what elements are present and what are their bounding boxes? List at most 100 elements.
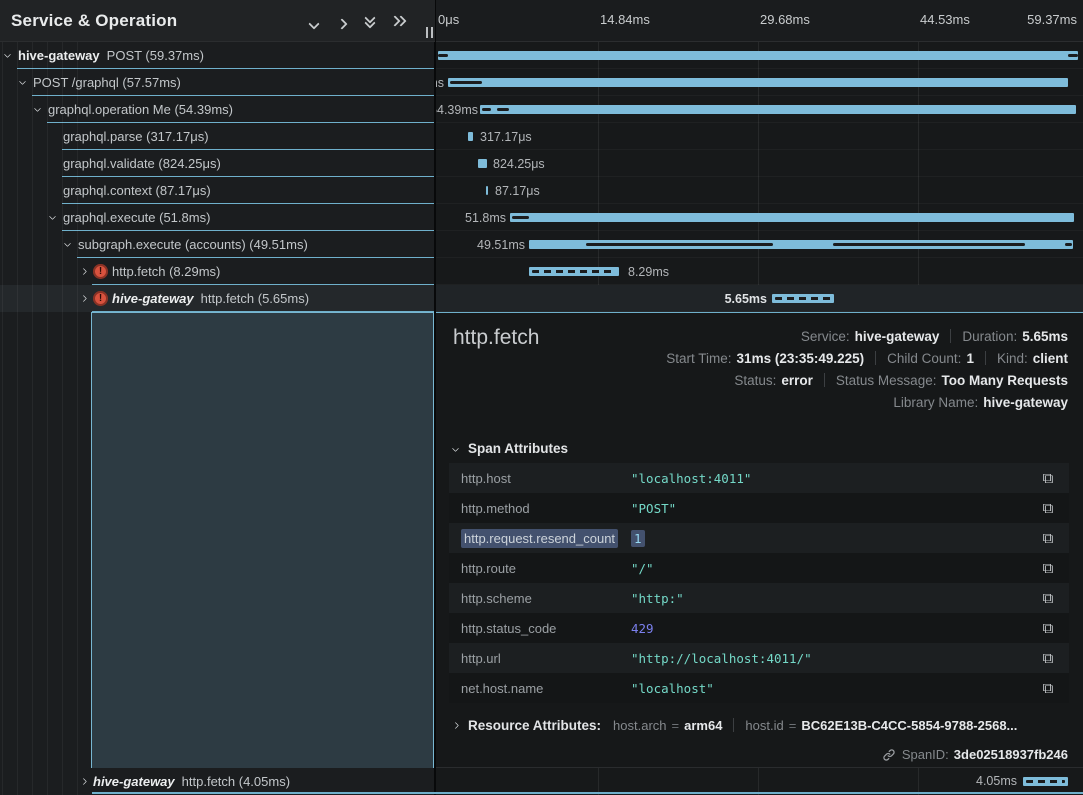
resource-attributes-row[interactable]: Resource Attributes: host.arch=arm64host…: [453, 718, 1017, 733]
timeline-row: 87.17μs: [436, 177, 1083, 204]
tree-row[interactable]: hive-gatewayPOST (59.37ms): [0, 42, 435, 69]
span-bar[interactable]: [438, 51, 1078, 60]
chevron-right-icon: [452, 722, 459, 729]
span-bar[interactable]: [486, 186, 488, 195]
meta-value: client: [1033, 351, 1068, 366]
panel-resize-handle[interactable]: [425, 27, 437, 39]
error-icon: !: [93, 264, 108, 279]
meta-value: hive-gateway: [983, 395, 1068, 410]
operation-label: graphql.execute (51.8ms): [63, 210, 210, 225]
span-meta-line: Service:hive-gatewayDuration:5.65ms: [666, 326, 1068, 348]
copy-icon[interactable]: ⧉: [1039, 559, 1057, 577]
attribute-key[interactable]: http.host: [449, 471, 631, 486]
equals-sign: =: [789, 718, 797, 733]
copy-icon[interactable]: ⧉: [1039, 589, 1057, 607]
chevron-right-icon[interactable]: [79, 296, 93, 301]
tree-row[interactable]: graphql.operation Me (54.39ms): [0, 96, 435, 123]
tree-row[interactable]: POST /graphql (57.57ms): [0, 69, 435, 96]
attribute-row[interactable]: net.host.name"localhost" ⧉: [449, 673, 1069, 703]
attribute-row[interactable]: http.host"localhost:4011"⧉: [449, 463, 1069, 493]
tree-row[interactable]: graphql.validate (824.25μs): [0, 150, 435, 177]
meta-label: Service:: [801, 329, 850, 344]
tree-row[interactable]: graphql.context (87.17μs): [0, 177, 435, 204]
copy-icon[interactable]: ⧉: [1039, 529, 1057, 547]
meta-value: Too Many Requests: [941, 373, 1068, 388]
tree-row[interactable]: graphql.execute (51.8ms): [0, 204, 435, 231]
attribute-key[interactable]: http.method: [449, 501, 631, 516]
span-attributes-header[interactable]: Span Attributes: [453, 441, 568, 456]
copy-icon[interactable]: ⧉: [1039, 619, 1057, 637]
meta-label: Status Message:: [836, 373, 937, 388]
chevron-right-icon[interactable]: [79, 269, 93, 274]
chevron-down-icon[interactable]: [310, 16, 326, 28]
chevron-down-icon[interactable]: [19, 81, 33, 84]
tree-row[interactable]: !http.fetch (8.29ms): [0, 258, 435, 285]
service-name: hive-gateway: [112, 291, 194, 306]
attribute-key[interactable]: http.url: [449, 651, 631, 666]
chevron-down-icon[interactable]: [34, 108, 48, 111]
attribute-value: "localhost": [631, 681, 714, 696]
service-name: hive-gateway: [18, 48, 100, 63]
timeline-row: 824.25μs: [436, 150, 1083, 177]
attribute-row[interactable]: http.route"/"⧉: [449, 553, 1069, 583]
attribute-row[interactable]: http.status_code429⧉: [449, 613, 1069, 643]
span-bar[interactable]: [529, 267, 619, 276]
span-bar[interactable]: [480, 105, 1076, 114]
chevron-down-icon: [452, 445, 459, 452]
span-detail-panel: http.fetch Service:hive-gatewayDuration:…: [436, 312, 1083, 768]
span-bar[interactable]: [478, 159, 487, 168]
span-tree-bottom: hive-gatewayhttp.fetch (4.05ms): [0, 770, 435, 793]
duration-label: 8.29ms: [628, 265, 669, 279]
span-meta-line: Status:errorStatus Message:Too Many Requ…: [666, 370, 1068, 392]
attribute-key[interactable]: http.scheme: [449, 591, 631, 606]
attribute-row[interactable]: http.method"POST"⧉: [449, 493, 1069, 523]
duration-label: 5.65ms: [725, 292, 767, 306]
span-bar[interactable]: [468, 132, 473, 141]
copy-icon[interactable]: ⧉: [1039, 469, 1057, 487]
span-bar[interactable]: [772, 294, 834, 303]
bottom-row-underline: [92, 792, 1083, 794]
resource-value: BC62E13B-C4CC-5854-9788-2568...: [801, 718, 1017, 733]
resource-attributes-title: Resource Attributes:: [468, 718, 601, 733]
meta-separator: [985, 351, 986, 365]
timeline-row: 57.57ms: [436, 69, 1083, 96]
span-bar[interactable]: [1023, 777, 1068, 786]
span-bar[interactable]: [510, 213, 1074, 222]
attribute-key[interactable]: http.status_code: [449, 621, 631, 636]
copy-icon[interactable]: ⧉: [1039, 649, 1057, 667]
timeline-bottom-row: 4.05ms: [436, 770, 1083, 793]
tree-row[interactable]: subgraph.execute (accounts) (49.51ms): [0, 231, 435, 258]
span-bar[interactable]: [448, 78, 1068, 87]
double-chevron-down-icon[interactable]: [364, 16, 380, 28]
attribute-row[interactable]: http.scheme"http:"⧉: [449, 583, 1069, 613]
trace-viewer: Service & Operation hive-gatewayPOST (59…: [0, 0, 1083, 795]
child-span-mark: [1065, 243, 1072, 246]
tree-row[interactable]: graphql.parse (317.17μs): [0, 123, 435, 150]
duration-label: 824.25μs: [493, 157, 545, 171]
tree-row[interactable]: hive-gatewayhttp.fetch (4.05ms): [0, 770, 435, 793]
double-chevron-right-icon[interactable]: [392, 16, 408, 28]
tree-row[interactable]: !hive-gatewayhttp.fetch (5.65ms): [0, 285, 435, 312]
chevron-down-icon[interactable]: [4, 54, 18, 57]
attribute-key[interactable]: net.host.name: [449, 681, 631, 696]
span-name-title: http.fetch: [453, 326, 539, 350]
timeline-row: 49.51ms: [436, 231, 1083, 258]
panel-title: Service & Operation: [11, 11, 177, 31]
chevron-right-icon[interactable]: [79, 779, 93, 784]
chevron-right-icon[interactable]: [338, 16, 354, 28]
operation-label: graphql.operation Me (54.39ms): [48, 102, 233, 117]
attribute-row[interactable]: http.request.resend_count1⧉: [449, 523, 1069, 553]
timeline-row: 5.65ms: [436, 285, 1083, 312]
attribute-row[interactable]: http.url"http://localhost:4011/"⧉: [449, 643, 1069, 673]
meta-value: 5.65ms: [1022, 329, 1068, 344]
copy-icon[interactable]: ⧉: [1039, 499, 1057, 517]
chevron-down-icon[interactable]: [49, 216, 63, 219]
service-name: hive-gateway: [93, 774, 175, 789]
chevron-down-icon[interactable]: [64, 243, 78, 246]
resource-key: host.arch: [613, 718, 666, 733]
meta-separator: [950, 329, 951, 343]
attribute-key[interactable]: http.request.resend_count: [449, 531, 631, 546]
copy-icon[interactable]: ⧉: [1039, 679, 1057, 697]
timeline-row: [436, 42, 1083, 69]
attribute-key[interactable]: http.route: [449, 561, 631, 576]
